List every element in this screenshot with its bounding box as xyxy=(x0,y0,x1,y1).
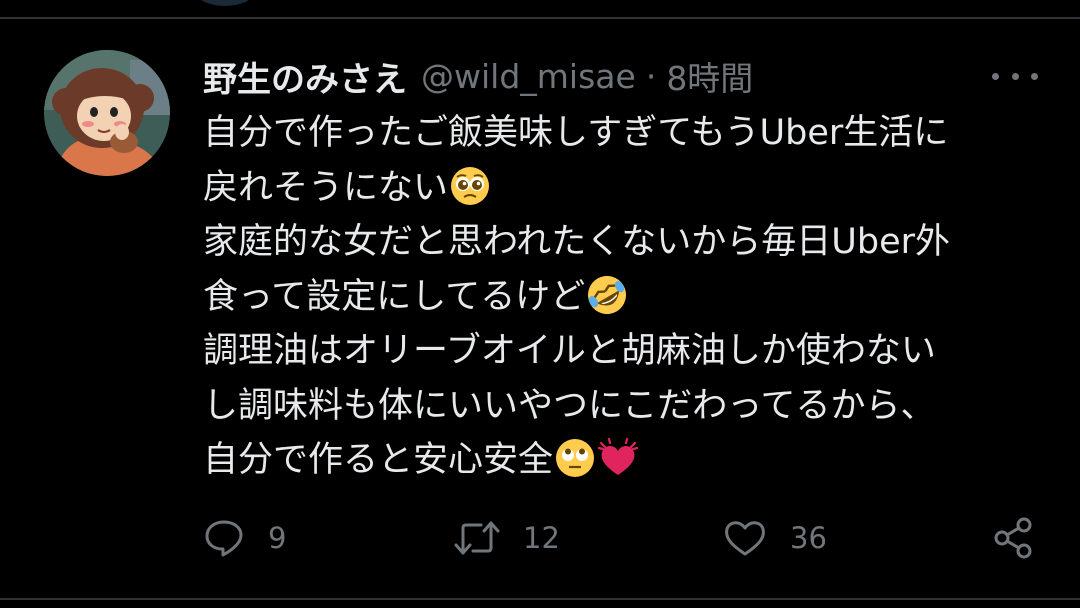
tweet-line-6: し調味料も体にいいやつにこだわってるから、 xyxy=(203,379,1053,434)
bottom-divider xyxy=(0,598,1080,600)
rolling-on-floor-laughing-icon xyxy=(586,274,628,316)
tweet-header: 野生のみさえ @wild_misae · 8時間 xyxy=(203,48,753,104)
retweet-count: 12 xyxy=(523,521,560,555)
tweet-line-3: 家庭的な女だと思われたくないから毎日Uber外 xyxy=(203,215,1053,270)
retweet-icon xyxy=(454,521,500,555)
tweet-line-7: 自分で作ると安心安全 xyxy=(203,433,1053,488)
reply-icon xyxy=(205,520,243,557)
tweet-actions: 9 12 36 xyxy=(0,512,1080,564)
tweet-line-5-text: 調理油はオリーブオイルと胡麻油しか使わない xyxy=(203,331,936,371)
tweet-line-2: 戻れそうにない xyxy=(203,161,1053,216)
user-handle[interactable]: @wild_misae xyxy=(421,57,636,96)
face-with-rolling-eyes-icon xyxy=(554,437,596,479)
tweet-line-6-text: し調味料も体にいいやつにこだわってるから、 xyxy=(203,385,936,426)
tweet-line-5: 調理油はオリーブオイルと胡麻油しか使わない xyxy=(203,324,1053,379)
tweet-line-7-text: 自分で作ると安心安全 xyxy=(203,440,554,480)
avatar[interactable] xyxy=(44,50,170,176)
tweet-line-4-text: 食って設定にしてるけど xyxy=(203,276,586,317)
beating-heart-icon xyxy=(597,437,639,479)
header-separator: · xyxy=(645,56,657,96)
pleading-face-icon xyxy=(449,165,491,207)
retweet-button[interactable]: 12 xyxy=(453,512,560,564)
tweet-line-4: 食って設定にしてるけど xyxy=(203,270,1053,325)
tweet-body: 自分で作ったご飯美味しすぎてもうUber生活に 戻れそうにない 家庭的な女だと思… xyxy=(203,106,1053,488)
more-options-icon[interactable] xyxy=(992,62,1038,90)
heart-icon xyxy=(725,521,765,556)
reply-count: 9 xyxy=(268,521,287,555)
share-icon xyxy=(994,517,1032,559)
top-divider xyxy=(0,17,1080,19)
tweet-line-2-text: 戻れそうにない xyxy=(203,167,449,208)
previous-tweet-avatar-edge xyxy=(196,0,254,6)
reply-button[interactable]: 9 xyxy=(202,512,286,564)
tweet-line-1-text: 自分で作ったご飯美味しすぎてもうUber生活に xyxy=(203,113,949,153)
tweet-line-1: 自分で作ったご飯美味しすぎてもうUber生活に xyxy=(203,106,1053,161)
like-count: 36 xyxy=(790,521,827,555)
like-button[interactable]: 36 xyxy=(722,512,827,564)
tweet-line-3-text: 家庭的な女だと思われたくないから毎日Uber外 xyxy=(203,222,951,262)
share-button[interactable] xyxy=(993,512,1035,564)
display-name[interactable]: 野生のみさえ xyxy=(203,52,407,101)
tweet-timestamp[interactable]: 8時間 xyxy=(666,52,753,100)
